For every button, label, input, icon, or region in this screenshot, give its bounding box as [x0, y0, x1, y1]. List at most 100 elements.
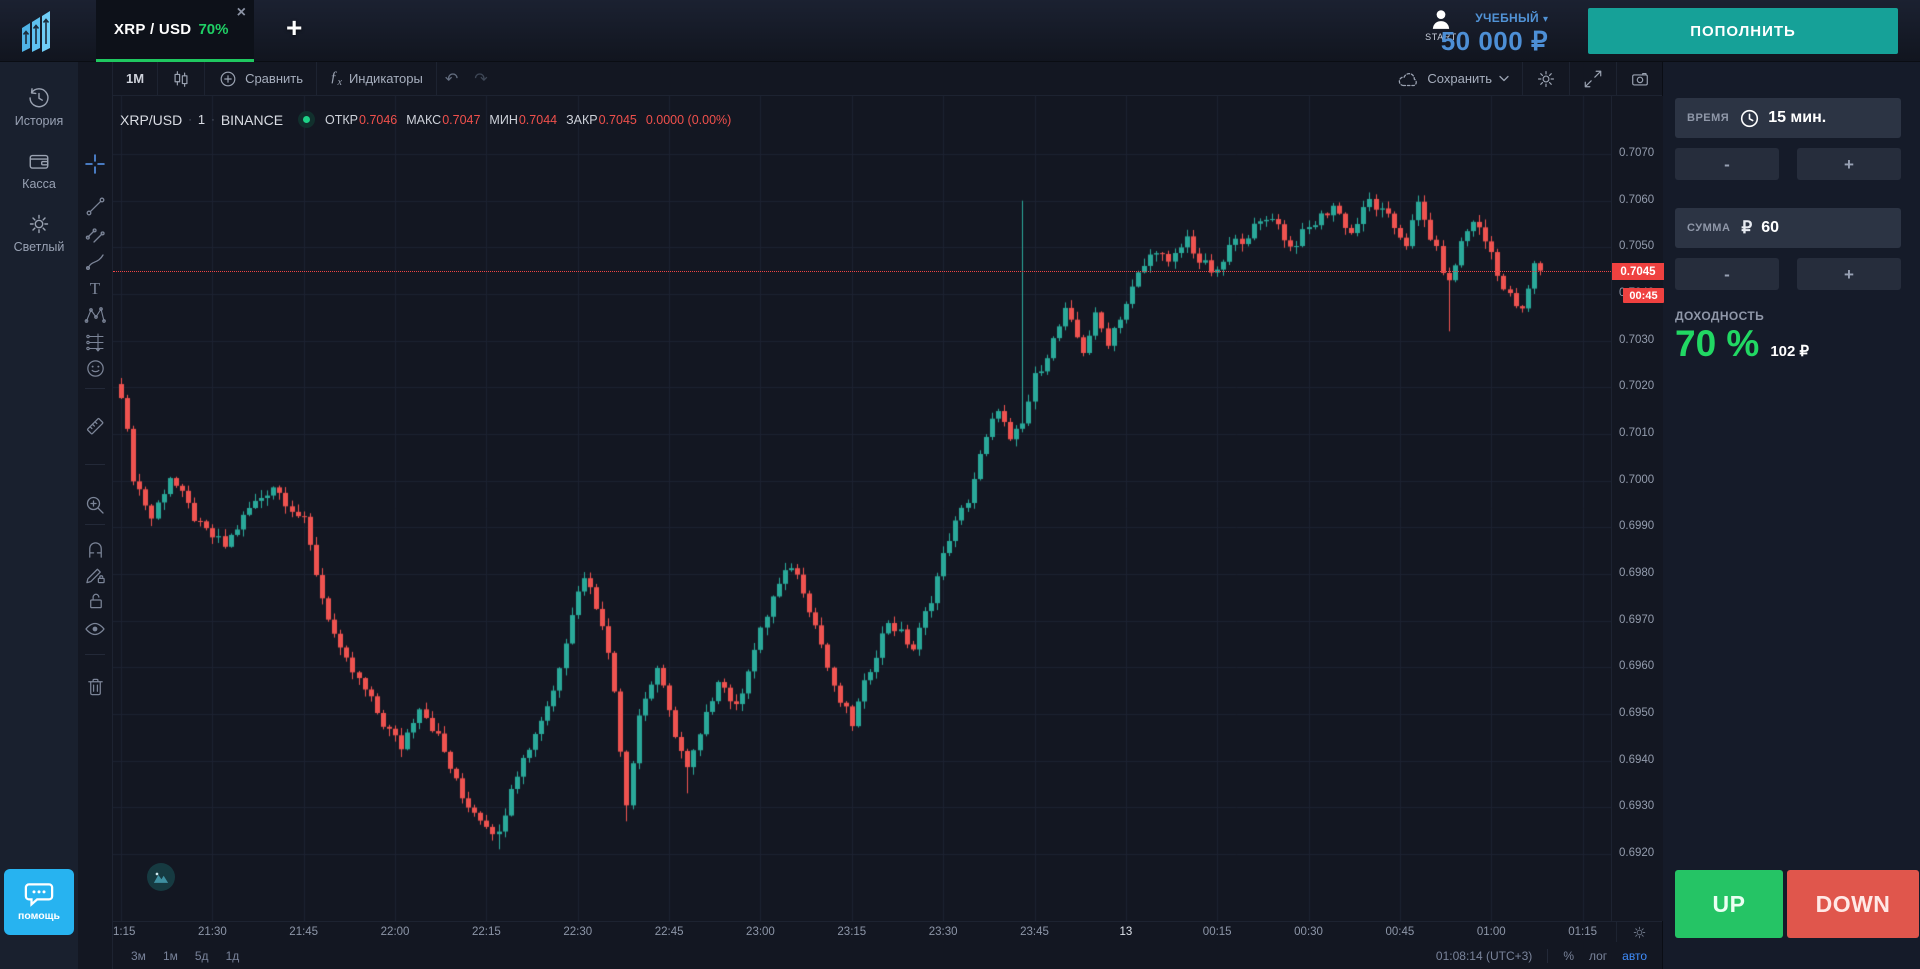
sidebar-item-history[interactable]: История — [15, 86, 63, 128]
expiry-decrease-button[interactable]: - — [1675, 148, 1779, 180]
chart-type-button[interactable] — [158, 62, 204, 96]
tool-hide-all[interactable] — [84, 618, 106, 640]
interval-button[interactable]: 1М — [113, 62, 157, 96]
range-button-1д[interactable]: 1д — [226, 949, 240, 963]
compare-button[interactable]: Сравнить — [205, 62, 316, 96]
price-line — [113, 271, 1611, 272]
forecast-icon — [85, 332, 106, 353]
help-button[interactable]: помощь — [4, 869, 74, 935]
percent-scale-button[interactable]: % — [1563, 949, 1574, 963]
up-button[interactable]: UP — [1675, 870, 1783, 938]
caret-down-icon: ▾ — [1543, 14, 1548, 25]
market-status-icon[interactable] — [298, 111, 315, 128]
indicators-button[interactable]: ƒx Индикаторы — [317, 62, 436, 96]
x-axis-label: 23:15 — [837, 926, 866, 938]
x-axis-label: 21:45 — [289, 926, 318, 938]
chart-bottom-bar: 3м 1м 5д 1д 01:08:14 (UTC+3) % лог авто — [113, 942, 1663, 969]
range-button-5д[interactable]: 5д — [195, 949, 209, 963]
tool-pattern[interactable] — [84, 304, 106, 326]
logo-icon[interactable] — [15, 10, 57, 52]
y-axis-label: 0.6930 — [1619, 800, 1654, 812]
chat-icon — [24, 882, 54, 908]
tool-zoom-in[interactable] — [84, 494, 106, 516]
tool-emoji[interactable] — [84, 357, 106, 379]
expiry-label: ВРЕМЯ — [1687, 112, 1729, 124]
log-scale-button[interactable]: лог — [1589, 949, 1607, 963]
y-axis-label: 0.7070 — [1619, 147, 1654, 159]
sidebar-item-cashier[interactable]: Касса — [22, 149, 56, 191]
tool-forecast[interactable] — [84, 331, 106, 353]
account-type-label: УЧЕБНЫЙ — [1475, 11, 1539, 25]
save-layout-button[interactable]: Сохранить — [1383, 62, 1522, 96]
y-axis-label: 0.6960 — [1619, 660, 1654, 672]
payout-label: ДОХОДНОСТЬ — [1675, 309, 1764, 323]
range-button-1м[interactable]: 1м — [163, 949, 178, 963]
expiry-field[interactable]: ВРЕМЯ 15 мин. — [1675, 98, 1901, 138]
asset-tab[interactable]: XRP / USD 70% × — [96, 0, 254, 62]
text-tool-icon: T — [90, 280, 100, 297]
ruble-icon: ₽ — [1741, 218, 1752, 238]
save-label: Сохранить — [1427, 71, 1492, 86]
time-axis[interactable]: 21:1521:3021:4522:0022:1522:3022:4523:00… — [113, 921, 1663, 942]
tool-drawing-lock[interactable] — [84, 563, 106, 585]
sidebar-item-theme[interactable]: Светлый — [14, 212, 65, 254]
y-axis-label: 0.7050 — [1619, 240, 1654, 252]
redo-button[interactable]: ↷ — [466, 62, 495, 96]
deposit-button[interactable]: ПОПОЛНИТЬ — [1588, 8, 1898, 54]
amount-increase-button[interactable]: + — [1797, 258, 1901, 290]
undo-button[interactable]: ↶ — [437, 62, 466, 96]
fullscreen-button[interactable] — [1570, 62, 1616, 96]
price-axis[interactable]: 0.7045 00:45 0.70700.70600.70500.70400.7… — [1611, 96, 1663, 921]
auto-scale-button[interactable]: авто — [1622, 949, 1647, 963]
axis-settings-icon[interactable] — [1632, 925, 1647, 940]
tab-symbol: XRP / USD — [114, 21, 191, 38]
chart-logo-button[interactable] — [147, 863, 175, 891]
tool-remove-all[interactable] — [84, 675, 106, 697]
candlestick-canvas[interactable] — [113, 96, 1611, 921]
chart-settings-button[interactable] — [1523, 62, 1569, 96]
xabcd-pattern-icon — [84, 305, 106, 326]
close-icon[interactable]: × — [237, 5, 246, 21]
sidebar: История Касса Светлый помощь — [0, 62, 78, 969]
indicators-label: Индикаторы — [349, 71, 423, 86]
sidebar-item-label: Касса — [22, 177, 56, 191]
tool-magnet[interactable] — [84, 538, 106, 560]
tool-crosshair[interactable] — [84, 153, 106, 175]
sidebar-item-label: История — [15, 114, 63, 128]
x-axis-label: 23:00 — [746, 926, 775, 938]
topbar: XRP / USD 70% × + START УЧЕБНЫЙ▾ 50 000 … — [0, 0, 1920, 62]
clock-label[interactable]: 01:08:14 (UTC+3) — [1436, 949, 1532, 963]
expiry-increase-button[interactable]: + — [1797, 148, 1901, 180]
compare-label: Сравнить — [245, 71, 303, 86]
amount-field[interactable]: СУММА ₽ 60 — [1675, 208, 1901, 248]
tool-text[interactable]: T — [84, 277, 106, 299]
payout-percent: 70 % — [1675, 323, 1759, 365]
range-button-3м[interactable]: 3м — [131, 949, 146, 963]
y-axis-label: 0.6950 — [1619, 707, 1654, 719]
down-button[interactable]: DOWN — [1787, 870, 1919, 938]
pencil-lock-icon — [85, 564, 106, 585]
mountains-icon — [153, 871, 169, 884]
divider — [85, 464, 105, 465]
tool-trendline[interactable] — [84, 195, 106, 217]
add-tab-button[interactable]: + — [286, 14, 302, 42]
tool-brush[interactable] — [84, 250, 106, 272]
y-axis-label: 0.7000 — [1619, 474, 1654, 486]
range-buttons: 3м 1м 5д 1д — [113, 949, 239, 963]
sidebar-item-label: Светлый — [14, 240, 65, 254]
fibonacci-icon — [85, 224, 106, 245]
legend-interval: 1 — [198, 112, 205, 127]
amount-decrease-button[interactable]: - — [1675, 258, 1779, 290]
divider — [1547, 949, 1548, 963]
price-tag: 0.7045 — [1612, 263, 1664, 280]
account-switcher[interactable]: УЧЕБНЫЙ▾ 50 000 ₽ — [1441, 9, 1548, 57]
y-axis-label: 0.6970 — [1619, 614, 1654, 626]
tool-ruler[interactable] — [84, 415, 106, 437]
tool-lock-all[interactable] — [84, 589, 106, 611]
snapshot-button[interactable] — [1617, 62, 1663, 96]
eye-icon — [84, 618, 106, 640]
wallet-icon — [27, 149, 51, 173]
tool-fibonacci[interactable] — [84, 223, 106, 245]
payout-row: 70 % 102 ₽ — [1675, 323, 1809, 365]
magnet-icon — [85, 539, 106, 560]
